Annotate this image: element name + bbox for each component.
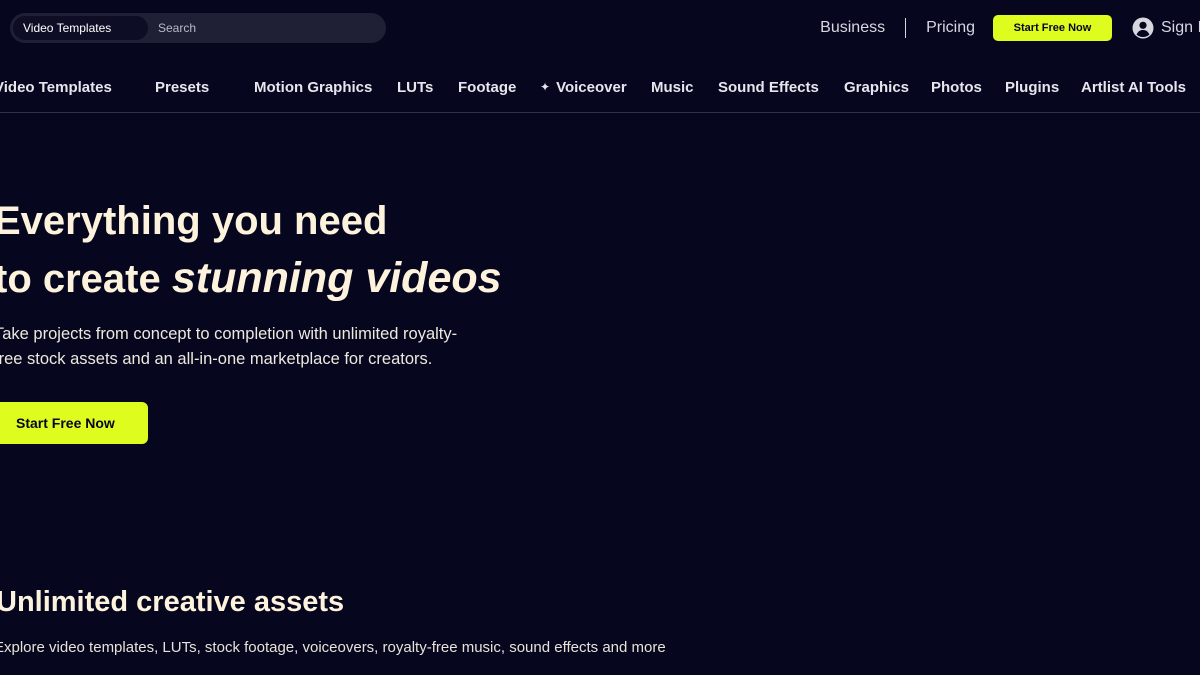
pricing-link[interactable]: Pricing <box>926 19 975 37</box>
hero-title-prefix: to create <box>0 257 172 301</box>
sign-in-button[interactable]: Sign In <box>1132 17 1200 39</box>
nav-item-plugins[interactable]: Plugins <box>1005 79 1059 96</box>
search-input[interactable] <box>154 15 386 41</box>
hero-description: Take projects from concept to completion… <box>0 322 554 372</box>
nav-item-video-templates[interactable]: Video Templates <box>0 79 112 96</box>
hero-title-emphasis: stunning videos <box>171 254 502 302</box>
nav-item-voiceover-label: Voiceover <box>556 79 627 96</box>
nav-item-music[interactable]: Music <box>651 79 694 96</box>
nav-item-photos[interactable]: Photos <box>931 79 982 96</box>
nav-item-motion-graphics[interactable]: Motion Graphics <box>254 79 372 96</box>
nav-item-voiceover[interactable]: ✦ Voiceover <box>540 79 627 96</box>
nav-item-footage[interactable]: Footage <box>458 79 516 96</box>
hero-start-free-button[interactable]: Start Free Now <box>0 402 148 444</box>
header-actions: Business Pricing Start Free Now Sign In <box>820 13 1200 43</box>
header-divider <box>905 18 907 38</box>
header-start-free-button[interactable]: Start Free Now <box>993 15 1112 41</box>
nav-item-luts[interactable]: LUTs <box>397 79 433 96</box>
hero-description-line-2: free stock assets and an all-in-one mark… <box>0 350 433 368</box>
nav-item-presets[interactable]: Presets <box>155 79 209 96</box>
hero-title-line-1: Everything you need <box>0 199 388 243</box>
nav-item-graphics[interactable]: Graphics <box>844 79 909 96</box>
sparkle-icon: ✦ <box>540 80 551 94</box>
sign-in-label: Sign In <box>1161 19 1200 36</box>
category-nav: Video Templates Presets Motion Graphics … <box>0 72 1200 113</box>
assets-section-title: Unlimited creative assets <box>0 586 345 618</box>
search-category-label: Video Templates <box>23 21 112 35</box>
hero-title: Everything you need to create stunning v… <box>0 193 502 308</box>
user-icon <box>1132 17 1154 39</box>
business-link[interactable]: Business <box>820 19 885 37</box>
nav-item-artlist-ai-tools[interactable]: Artlist AI Tools <box>1081 79 1186 96</box>
hero-title-line-2: to create stunning videos <box>0 250 502 308</box>
hero-description-line-1: Take projects from concept to completion… <box>0 325 458 343</box>
nav-item-sound-effects[interactable]: Sound Effects <box>718 79 819 96</box>
assets-section-description: Explore video templates, LUTs, stock foo… <box>0 639 666 656</box>
search-category-dropdown[interactable]: Video Templates <box>13 16 148 40</box>
search-bar: Video Templates <box>10 13 386 43</box>
